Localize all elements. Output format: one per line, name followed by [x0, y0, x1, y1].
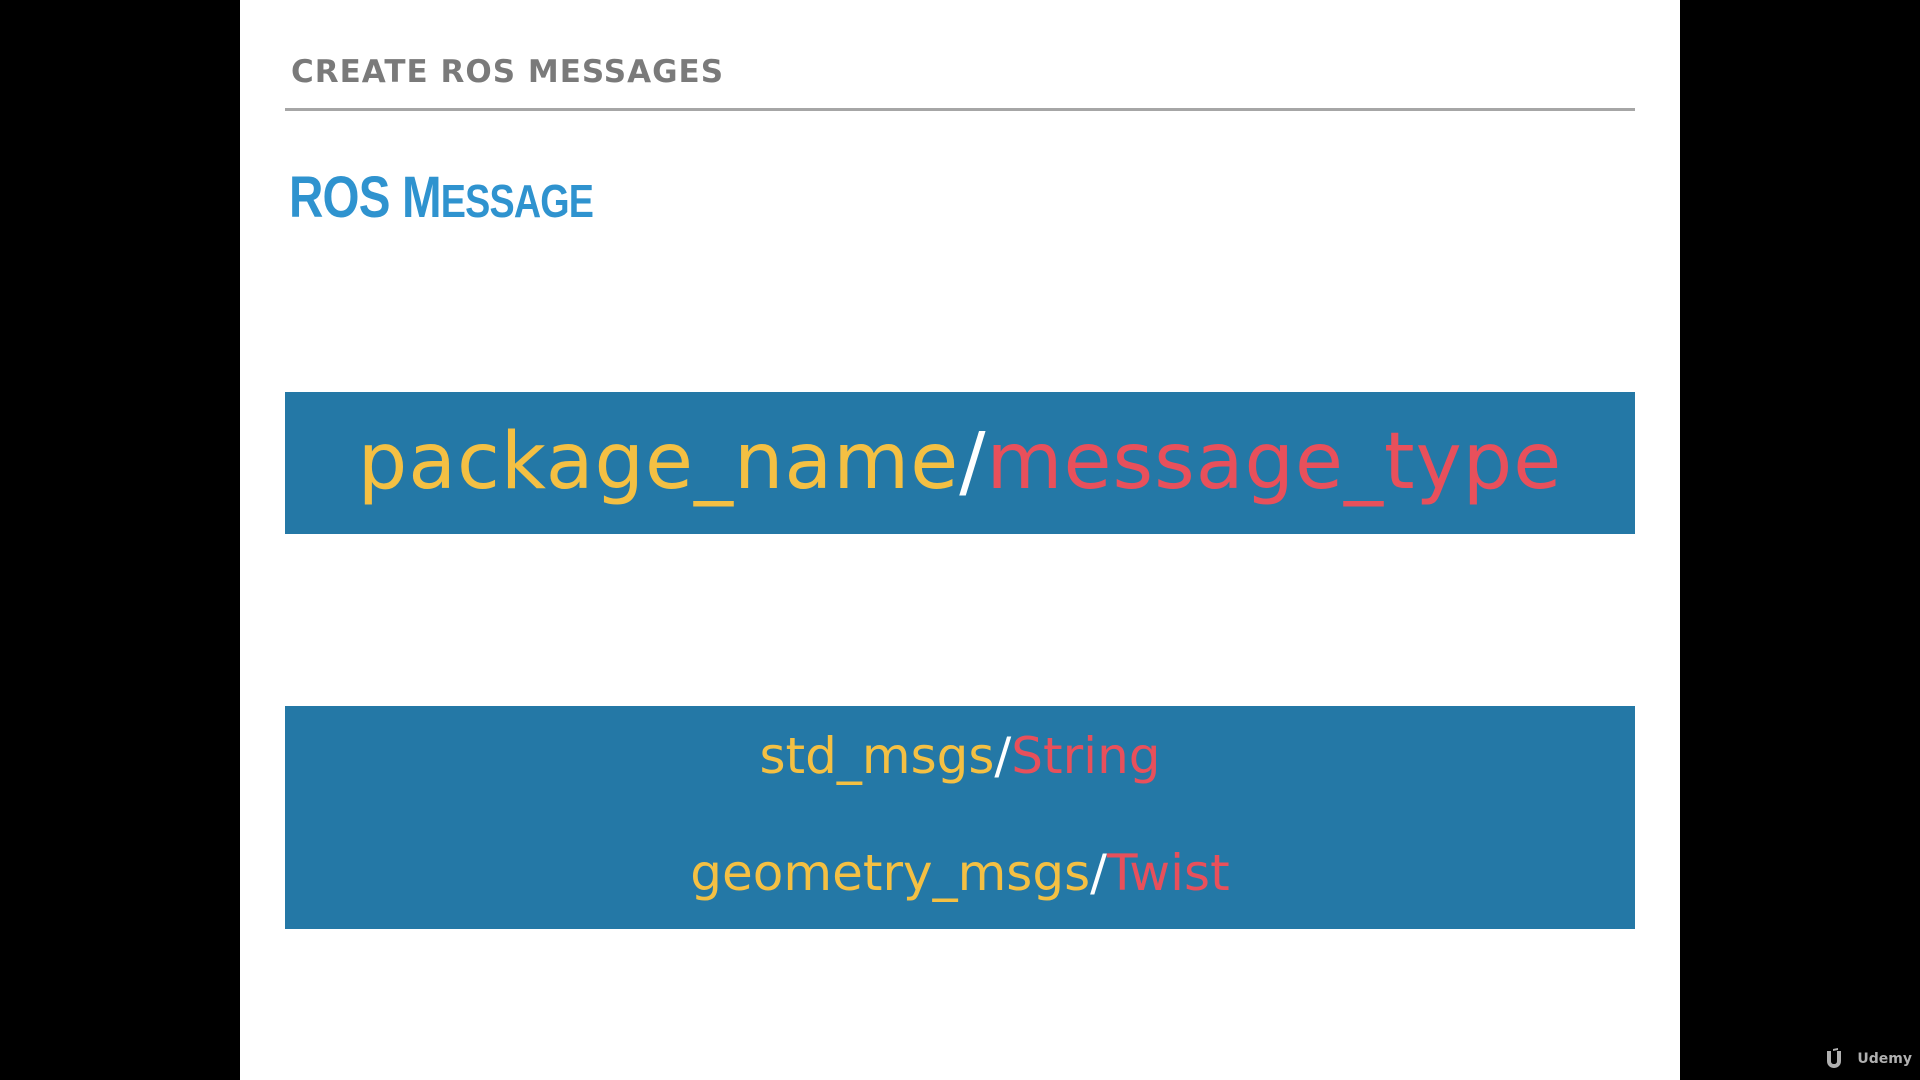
heading-initial: ROS M: [289, 165, 442, 230]
format-slash: /: [959, 417, 987, 507]
section-divider: [285, 108, 1635, 111]
slide-heading: ROS MESSAGE: [289, 164, 594, 231]
message-format-line: package_name/message_type: [285, 412, 1635, 512]
format-message-type: message_type: [986, 417, 1563, 507]
heading-rest: ESSAGE: [440, 175, 594, 227]
format-package-name: package_name: [357, 417, 960, 507]
example-slash: /: [994, 727, 1012, 785]
video-frame: CREATE ROS MESSAGES ROS MESSAGE package_…: [0, 0, 1920, 1080]
udemy-logo-icon: [1827, 1048, 1842, 1068]
example-type: String: [1011, 727, 1161, 785]
example-slash: /: [1090, 844, 1107, 902]
udemy-watermark: Udemy: [1825, 1048, 1912, 1070]
presentation-slide: CREATE ROS MESSAGES ROS MESSAGE package_…: [240, 0, 1680, 1080]
example-type: Twist: [1107, 844, 1230, 902]
message-format-box: package_name/message_type: [285, 392, 1635, 534]
example-package: geometry_msgs: [690, 844, 1091, 902]
example-package: std_msgs: [759, 727, 995, 785]
watermark-text: Udemy: [1857, 1051, 1912, 1067]
message-examples-box: std_msgs/String geometry_msgs/Twist: [285, 706, 1635, 929]
section-title: CREATE ROS MESSAGES: [291, 54, 725, 90]
example-line-std-msgs: std_msgs/String: [285, 724, 1635, 788]
example-line-geometry-msgs: geometry_msgs/Twist: [285, 841, 1635, 905]
